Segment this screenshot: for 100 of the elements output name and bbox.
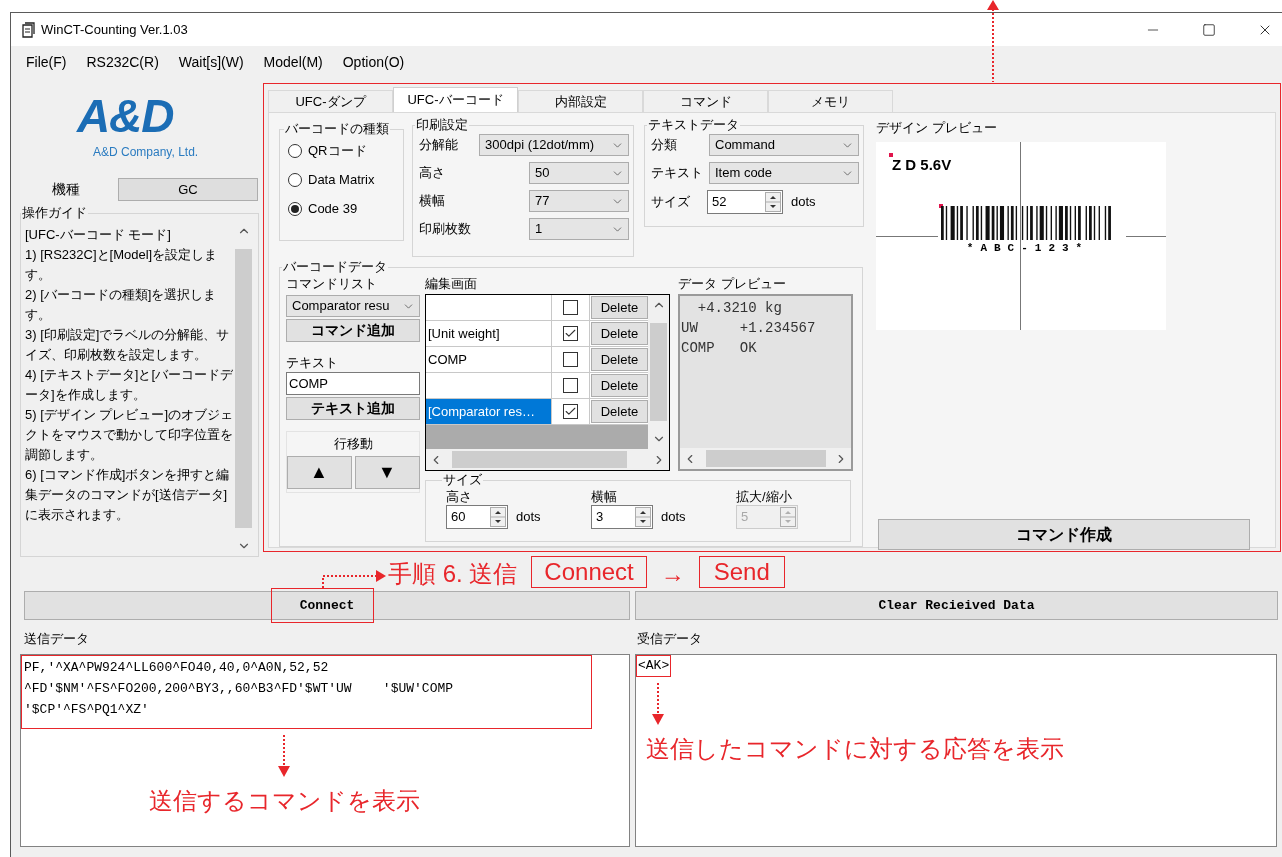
unit-label: dots	[791, 193, 816, 212]
checkbox[interactable]	[563, 352, 578, 367]
handle-icon[interactable]	[889, 153, 893, 157]
tab[interactable]: UFC-バーコード	[393, 87, 518, 112]
number-field[interactable]: 3	[591, 505, 653, 529]
guide-text: 5) [デザイン プレビュー]のオブジェクトをマウスで動かして印字位置を調節します。	[25, 406, 233, 464]
menu-item[interactable]: File(F)	[26, 52, 67, 73]
dropdown[interactable]: 77	[529, 190, 629, 212]
delete-button[interactable]: Delete	[591, 296, 648, 319]
menu-item[interactable]: Wait[s](W)	[178, 52, 244, 73]
menu-item[interactable]: Option(O)	[342, 52, 405, 73]
guide-text: 3) [印刷設定]でラベルの分解能、サイズ、印刷枚数を設定します。	[25, 326, 231, 364]
tab[interactable]: 内部設定	[518, 90, 643, 112]
received-data-label: 受信データ	[637, 629, 702, 648]
field-label: 横幅	[591, 488, 618, 505]
sent-data-area[interactable]: PF,'^XA^PW924^LL600^FO40,40,0^A0N,52,52 ^FD'$NM'^FS^FO200,200^BY3,,60^B3^FD'$WT'UW '$UW'COMP '$CP'^FS^PQ1^XZ' 送信するコマンドを表示	[20, 654, 630, 847]
move-down-button[interactable]: ▼	[354, 456, 420, 489]
field-label: テキスト	[651, 164, 703, 183]
model-value: GC	[118, 178, 258, 201]
crosshair-line	[1126, 236, 1166, 237]
model-label: 機種	[52, 180, 81, 199]
guide-text: 4) [テキストデータ]と[バーコードデータ]を作成します。	[25, 366, 233, 404]
delete-button[interactable]: Delete	[591, 322, 648, 345]
preview-line: +4.3210 kg	[696, 299, 783, 318]
menu-item[interactable]: RS232C(R)	[86, 52, 159, 73]
connect-button[interactable]: Connect	[24, 591, 630, 620]
dropdown[interactable]: 1	[529, 218, 629, 240]
received-data-area[interactable]: <AK> 送信したコマンドに対する応答を表示	[635, 654, 1277, 847]
preview-line: COMP OK	[681, 339, 758, 358]
spin-arrows-icon[interactable]	[765, 192, 781, 212]
annotation-arrow	[276, 735, 292, 777]
add-command-button[interactable]: コマンド追加	[286, 319, 420, 342]
app-icon	[21, 21, 35, 38]
field-label: 横幅	[419, 192, 445, 211]
add-text-button[interactable]: テキスト追加	[286, 397, 420, 420]
radio-option[interactable]: Code 39	[288, 199, 403, 219]
table-cell[interactable]: [Comparator res…	[426, 399, 552, 424]
table-cell[interactable]: [Unit weight]	[426, 321, 552, 346]
scroll-thumb[interactable]	[452, 451, 627, 468]
field-label: 拡大/縮小	[736, 488, 793, 505]
received-text: <AK>	[636, 655, 672, 677]
checkbox[interactable]	[563, 300, 578, 315]
tab[interactable]: UFC-ダンプ	[268, 90, 393, 112]
create-command-button[interactable]: コマンド作成	[878, 519, 1250, 550]
guide-text: 1) [RS232C]と[Model]を設定します。	[25, 246, 219, 284]
sent-data-label: 送信データ	[24, 629, 90, 648]
spin-arrows-icon[interactable]	[490, 507, 506, 527]
field-label: 印刷枚数	[419, 220, 471, 239]
radio-option[interactable]: Data Matrix	[288, 170, 403, 190]
table-cell[interactable]: COMP	[426, 347, 552, 372]
field-label: 分類	[651, 136, 677, 155]
radio-option[interactable]: QRコード	[288, 141, 403, 161]
annotation-label: Connect	[531, 556, 647, 588]
dropdown[interactable]: Command	[709, 134, 859, 156]
annotation-label: Send	[698, 556, 785, 588]
vertical-scrollbar[interactable]	[648, 295, 669, 449]
horizontal-scrollbar[interactable]	[680, 448, 851, 469]
annotation-arrow	[650, 683, 666, 725]
sent-command-text: PF,'^XA^PW924^LL600^FO40,40,0^A0N,52,52 ^FD'$NM'^FS^FO200,200^BY3,,60^B3^FD'$WT'UW '$UW'COMP '$CP'^FS^PQ1^XZ'	[21, 655, 592, 729]
checkbox[interactable]	[563, 326, 578, 341]
design-preview-title: デザイン プレビュー	[876, 119, 998, 137]
dropdown[interactable]: 50	[529, 162, 629, 184]
number-field[interactable]: 52	[707, 190, 783, 214]
tab[interactable]: メモリ	[768, 90, 893, 112]
clear-button[interactable]: Clear Recieived Data	[635, 591, 1278, 620]
guide-text: [UFC-バーコード モード]	[25, 226, 172, 244]
annotation-text: 手順 6. 送信	[388, 560, 518, 588]
scroll-thumb[interactable]	[235, 249, 252, 528]
delete-button[interactable]: Delete	[591, 374, 648, 397]
group-title: テキストデータ	[647, 117, 740, 133]
delete-button[interactable]: Delete	[591, 348, 648, 371]
scroll-thumb[interactable]	[706, 450, 826, 467]
unit-label: dots	[661, 508, 686, 527]
tab[interactable]: コマンド	[643, 90, 768, 112]
preview-line: UW +1.234567	[681, 319, 817, 338]
delete-button[interactable]: Delete	[591, 400, 648, 423]
annotation-arrow: →	[660, 560, 685, 588]
menu-item[interactable]: Model(M)	[263, 52, 323, 73]
horizontal-scrollbar[interactable]	[426, 449, 669, 470]
text-input[interactable]: COMP	[286, 372, 420, 395]
editor-title: 編集画面	[425, 275, 478, 293]
number-field[interactable]: 60	[446, 505, 508, 529]
window-title: WinCT-Counting Ver.1.03	[41, 20, 188, 39]
field-label: コマンドリスト	[286, 275, 378, 293]
move-up-button[interactable]: ▲	[286, 456, 352, 489]
dropdown[interactable]: Item code	[709, 162, 859, 184]
field-label: サイズ	[651, 193, 691, 212]
maximize-icon[interactable]	[1202, 22, 1216, 37]
spin-arrows-icon[interactable]	[635, 507, 651, 527]
dropdown[interactable]: Comparator resu	[286, 295, 420, 317]
dropdown[interactable]: 300dpi (12dot/mm)	[479, 134, 629, 156]
field-label: 高さ	[446, 488, 473, 505]
checkbox[interactable]	[563, 404, 578, 419]
field-label: 高さ	[419, 164, 445, 183]
radio-circle[interactable]	[288, 202, 302, 216]
scroll-thumb[interactable]	[650, 323, 667, 421]
preview-label-text[interactable]: Z D 5.6V	[892, 156, 952, 174]
checkbox[interactable]	[563, 378, 578, 393]
field-label: 分解能	[419, 136, 458, 155]
group-title: 印刷設定	[415, 117, 469, 133]
